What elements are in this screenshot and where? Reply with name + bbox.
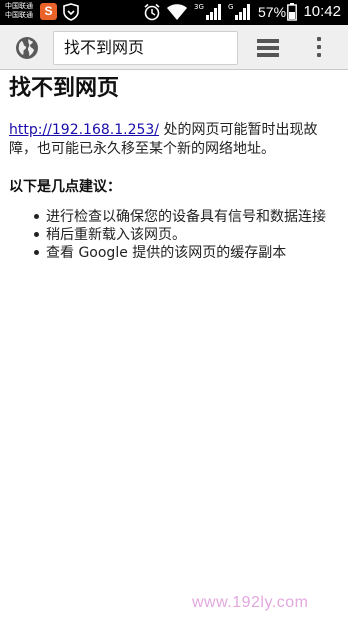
carrier-1: 中国联通 xyxy=(5,2,33,10)
alarm-icon xyxy=(144,3,160,21)
url-link[interactable]: http://192.168.1.253/ xyxy=(9,122,159,138)
suggestions-heading: 以下是几点建议： xyxy=(9,179,121,195)
network-g-icon: G xyxy=(228,3,254,21)
address-bar[interactable]: 找不到网页 xyxy=(53,31,238,65)
suggestions-list: 进行检查以确保您的设备具有信号和数据连接 稍后重新载入该网页。 查看 Googl… xyxy=(9,208,341,262)
tabs-icon[interactable] xyxy=(257,39,279,57)
browser-toolbar: 找不到网页 xyxy=(0,25,348,70)
page-title: 找不到网页 xyxy=(9,76,120,101)
battery-icon xyxy=(287,3,297,21)
carrier-labels: 中国联通 中国联通 xyxy=(5,2,33,20)
network-3g-icon: 3G xyxy=(194,3,224,21)
clock: 10:42 xyxy=(303,3,341,20)
suggestion-item: 稍后重新载入该网页。 xyxy=(32,226,341,244)
status-bar: 中国联通 中国联通 S 3G G 57% 10:42 xyxy=(0,0,348,25)
signal-icon xyxy=(206,4,221,20)
error-description: http://192.168.1.253/ 处的网页可能暂时出现故障，也可能已永… xyxy=(9,121,341,159)
globe-icon[interactable] xyxy=(15,36,39,60)
carrier-2: 中国联通 xyxy=(5,11,33,19)
wifi-icon xyxy=(167,4,187,20)
menu-dot xyxy=(317,53,321,57)
signal-icon xyxy=(235,4,250,20)
watermark: www.192ly.com xyxy=(192,594,309,611)
overflow-menu-icon[interactable] xyxy=(316,37,322,59)
net-g-label: G xyxy=(228,3,234,11)
menu-dot xyxy=(317,45,321,49)
page-content: 找不到网页 http://192.168.1.253/ 处的网页可能暂时出现故障… xyxy=(9,74,341,262)
net-3g-label: 3G xyxy=(194,3,204,11)
app-s-icon: S xyxy=(40,3,57,20)
shield-icon xyxy=(63,3,79,21)
battery-percent: 57% xyxy=(258,4,287,20)
suggestion-item: 查看 Google 提供的该网页的缓存副本 xyxy=(32,244,341,262)
menu-dot xyxy=(317,37,321,41)
suggestion-item: 进行检查以确保您的设备具有信号和数据连接 xyxy=(32,208,341,226)
